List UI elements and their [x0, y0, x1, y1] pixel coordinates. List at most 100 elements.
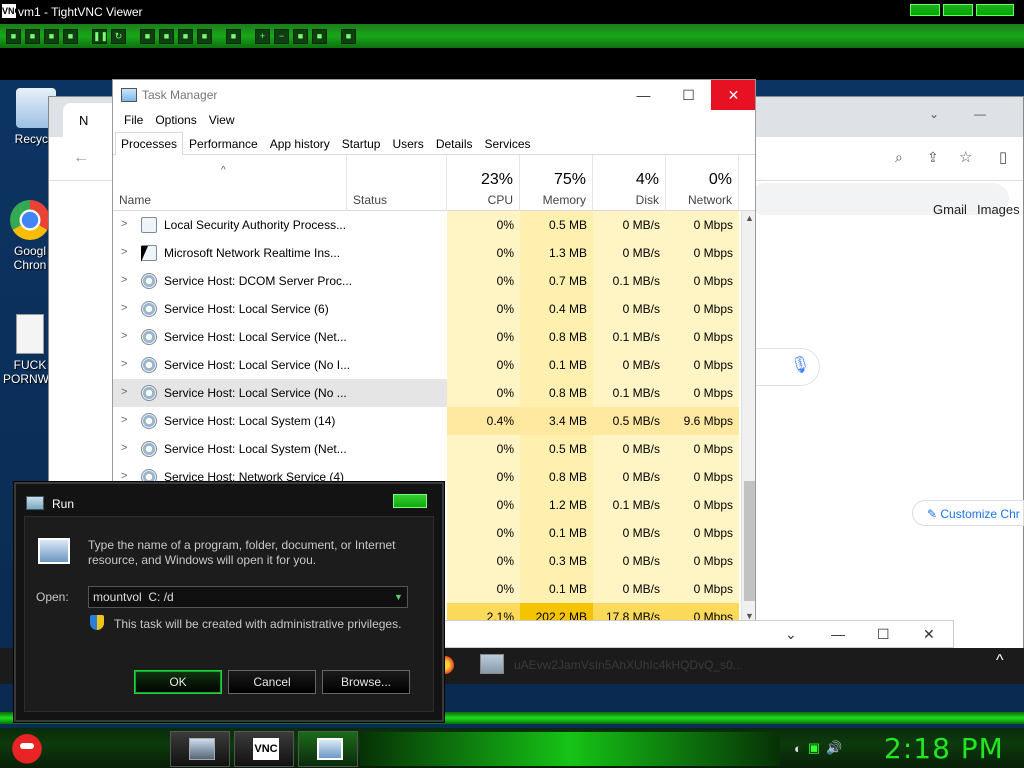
process-memory: 1.3 MB	[520, 239, 593, 267]
tab-search-icon[interactable]: ⌄	[929, 107, 939, 121]
minimize-button[interactable]: —	[621, 80, 666, 110]
refresh-icon[interactable]: ↻	[111, 28, 126, 44]
expand-chevron-icon[interactable]: >	[121, 218, 127, 230]
column-network[interactable]: 0% Network	[666, 155, 739, 211]
process-row[interactable]: > Service Host: Local System (Net... 0% 0.5…	[113, 435, 741, 463]
battery-icon[interactable]: ▣	[808, 740, 820, 756]
system-tray: ◐ ▣ 🔊	[784, 732, 870, 764]
close-button[interactable]: ✕	[711, 80, 755, 110]
zoom-in-icon[interactable]: +	[255, 28, 270, 44]
taskbar-app-run[interactable]	[298, 731, 358, 767]
process-row[interactable]: > Microsoft Network Realtime Ins... 0% 1.3 …	[113, 239, 741, 267]
tab-startup[interactable]: Startup	[336, 132, 387, 154]
zoom-auto-icon[interactable]: ■	[312, 28, 327, 44]
menu-options[interactable]: Options	[151, 110, 200, 132]
secondary-maximize-icon[interactable]: ☐	[877, 626, 890, 643]
options-icon[interactable]: ■	[44, 28, 59, 44]
expand-chevron-icon[interactable]: >	[121, 358, 127, 370]
tab-processes[interactable]: Processes	[115, 132, 184, 155]
fullscreen-icon[interactable]: ■	[341, 28, 356, 44]
process-row[interactable]: > Service Host: DCOM Server Proc... 0% 0.7 …	[113, 267, 741, 295]
run-close-button[interactable]	[393, 494, 427, 508]
vnc-minimize-button[interactable]	[910, 4, 940, 16]
column-name[interactable]: ^ Name	[113, 155, 347, 211]
tab-users[interactable]: Users	[386, 132, 429, 154]
process-cpu: 0%	[447, 211, 520, 239]
tab-app-history[interactable]: App history	[264, 132, 336, 154]
expand-chevron-icon[interactable]: >	[121, 442, 127, 454]
process-row[interactable]: > Service Host: Local Service (No I... 0% 0…	[113, 351, 741, 379]
process-row[interactable]: > Service Host: Local System (14) 0.4% 3.4 …	[113, 407, 741, 435]
expand-chevron-icon[interactable]: >	[121, 414, 127, 426]
vnc-maximize-button[interactable]	[943, 4, 973, 16]
tab-details[interactable]: Details	[430, 132, 479, 154]
vnc-close-button[interactable]	[976, 4, 1014, 16]
browse-button[interactable]: Browse...	[322, 670, 410, 694]
taskbar-app-task-manager[interactable]	[170, 731, 230, 767]
process-cpu: 0%	[447, 267, 520, 295]
process-row[interactable]: > Local Security Authority Process... 0% 0.…	[113, 211, 741, 239]
gmail-link[interactable]: Gmail	[933, 202, 967, 217]
process-row[interactable]: > Service Host: Local Service (6) 0% 0.4 MB…	[113, 295, 741, 323]
column-disk[interactable]: 4% Disk	[593, 155, 666, 211]
taskbar-clock[interactable]: 2:18 PM	[884, 732, 1004, 765]
column-cpu[interactable]: 23% CPU	[447, 155, 520, 211]
network-status-icon[interactable]: ◐	[794, 741, 802, 756]
microphone-icon[interactable]: 🎙	[790, 355, 810, 375]
cancel-button[interactable]: Cancel	[228, 670, 316, 694]
pause-icon[interactable]: ❚❚	[92, 28, 108, 44]
expand-chevron-icon[interactable]: >	[121, 274, 127, 286]
taskbar-app-vnc[interactable]: VNC	[234, 731, 294, 767]
ok-button[interactable]: OK	[134, 670, 222, 694]
zoom-icon[interactable]: ⌕	[895, 149, 903, 166]
process-disk: 0 MB/s	[593, 351, 666, 379]
zoom-fit-icon[interactable]: ■	[293, 28, 308, 44]
ctrl-alt-del-icon[interactable]: ■	[140, 28, 155, 44]
expand-chevron-icon[interactable]: >	[121, 246, 127, 258]
process-list-scrollbar[interactable]: ▲ ▼	[741, 211, 755, 621]
expand-chevron-icon[interactable]: >	[121, 330, 127, 342]
expand-chevron-icon[interactable]: >	[121, 386, 127, 398]
win-key-icon[interactable]: ■	[159, 28, 174, 44]
images-link[interactable]: Images	[977, 202, 1020, 217]
chrome-minimize-icon[interactable]: —	[974, 107, 986, 121]
start-button-bird-icon[interactable]	[10, 729, 44, 765]
scroll-up-icon[interactable]: ▲	[745, 213, 754, 223]
omnibox[interactable]	[749, 183, 1009, 215]
mouse-cursor-icon	[141, 246, 155, 262]
volume-icon[interactable]: 🔊	[826, 740, 842, 756]
ctrl-key-icon[interactable]: ■	[178, 28, 193, 44]
transfer-files-icon[interactable]: ■	[226, 28, 241, 44]
secondary-minimize-icon[interactable]: —	[831, 626, 845, 642]
process-row[interactable]: > Service Host: Local Service (No ... 0% 0.…	[113, 379, 741, 407]
bookmark-star-icon[interactable]: ☆	[959, 148, 972, 166]
process-row[interactable]: > Service Host: Local Service (Net... 0% 0.…	[113, 323, 741, 351]
vnc-window-controls	[910, 4, 1014, 16]
process-memory: 0.3 MB	[520, 547, 593, 575]
expand-chevron-icon[interactable]: >	[121, 302, 127, 314]
expand-chevron-icon[interactable]: >	[121, 470, 127, 482]
back-icon[interactable]: ←	[73, 149, 89, 167]
alt-key-icon[interactable]: ■	[197, 28, 212, 44]
menu-view[interactable]: View	[205, 110, 239, 132]
scrollbar-thumb[interactable]	[744, 481, 755, 601]
maximize-button[interactable]: ☐	[666, 80, 711, 110]
info-icon[interactable]: ■	[63, 28, 78, 44]
secondary-close-icon[interactable]: ✕	[923, 626, 935, 643]
side-panel-icon[interactable]: ▯	[999, 148, 1007, 166]
column-status[interactable]: Status	[347, 155, 447, 211]
chevron-down-icon[interactable]: ⌄	[785, 626, 797, 643]
tab-performance[interactable]: Performance	[183, 132, 264, 154]
task-manager-taskbar-icon[interactable]	[480, 654, 504, 674]
zoom-out-icon[interactable]: −	[274, 28, 289, 44]
menu-file[interactable]: File	[120, 110, 147, 132]
column-memory[interactable]: 75% Memory	[520, 155, 593, 211]
save-session-icon[interactable]: ■	[25, 28, 40, 44]
customize-chrome-button[interactable]: ✎ Customize Chr	[912, 500, 1024, 526]
chevron-down-icon[interactable]: ▼	[390, 587, 407, 607]
share-icon[interactable]: ⇪	[927, 149, 939, 166]
tray-expand-icon[interactable]: ^	[996, 652, 1004, 670]
new-connection-icon[interactable]: ■	[6, 28, 21, 44]
tab-services[interactable]: Services	[479, 132, 537, 154]
open-command-input[interactable]	[88, 586, 408, 608]
